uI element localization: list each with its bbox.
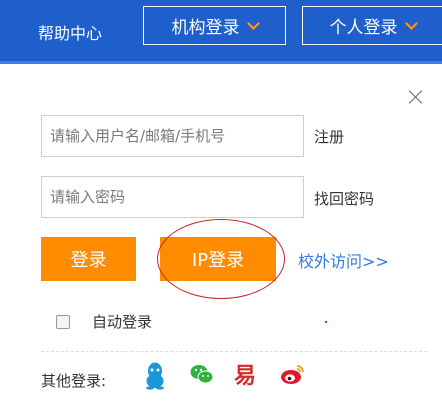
top-nav-bar: 帮助中心 机构登录 个人登录	[0, 0, 442, 64]
institution-login-button[interactable]: 机构登录	[143, 6, 286, 45]
chevron-down-icon	[246, 16, 260, 30]
red-dot	[325, 321, 327, 323]
username-input[interactable]	[41, 115, 304, 157]
login-button-label: 登录	[70, 250, 107, 271]
help-center-link[interactable]: 帮助中心	[38, 20, 102, 44]
auto-login-checkbox[interactable]	[56, 314, 70, 329]
qq-icon[interactable]	[143, 362, 167, 394]
ip-login-button-label: IP登录	[191, 250, 245, 271]
weibo-icon[interactable]	[280, 362, 306, 390]
chevron-down-icon	[404, 16, 418, 30]
register-link[interactable]: 注册	[314, 126, 344, 147]
personal-login-button[interactable]: 个人登录	[302, 6, 442, 45]
forgot-password-link[interactable]: 找回密码	[314, 188, 374, 209]
password-input[interactable]	[41, 176, 304, 218]
close-icon[interactable]	[407, 88, 425, 106]
netease-icon[interactable]: 易	[234, 358, 256, 390]
other-login-label: 其他登录:	[41, 372, 107, 390]
institution-login-label: 机构登录	[171, 18, 240, 38]
off-campus-access-link[interactable]: 校外访问>>	[298, 248, 389, 272]
wechat-icon[interactable]	[190, 362, 214, 390]
divider	[41, 351, 427, 352]
auto-login-label: 自动登录	[92, 313, 153, 331]
auto-login-option[interactable]: 自动登录	[56, 311, 152, 332]
personal-login-label: 个人登录	[329, 18, 398, 38]
ip-login-button[interactable]: IP登录	[160, 237, 276, 281]
login-button[interactable]: 登录	[41, 237, 136, 281]
